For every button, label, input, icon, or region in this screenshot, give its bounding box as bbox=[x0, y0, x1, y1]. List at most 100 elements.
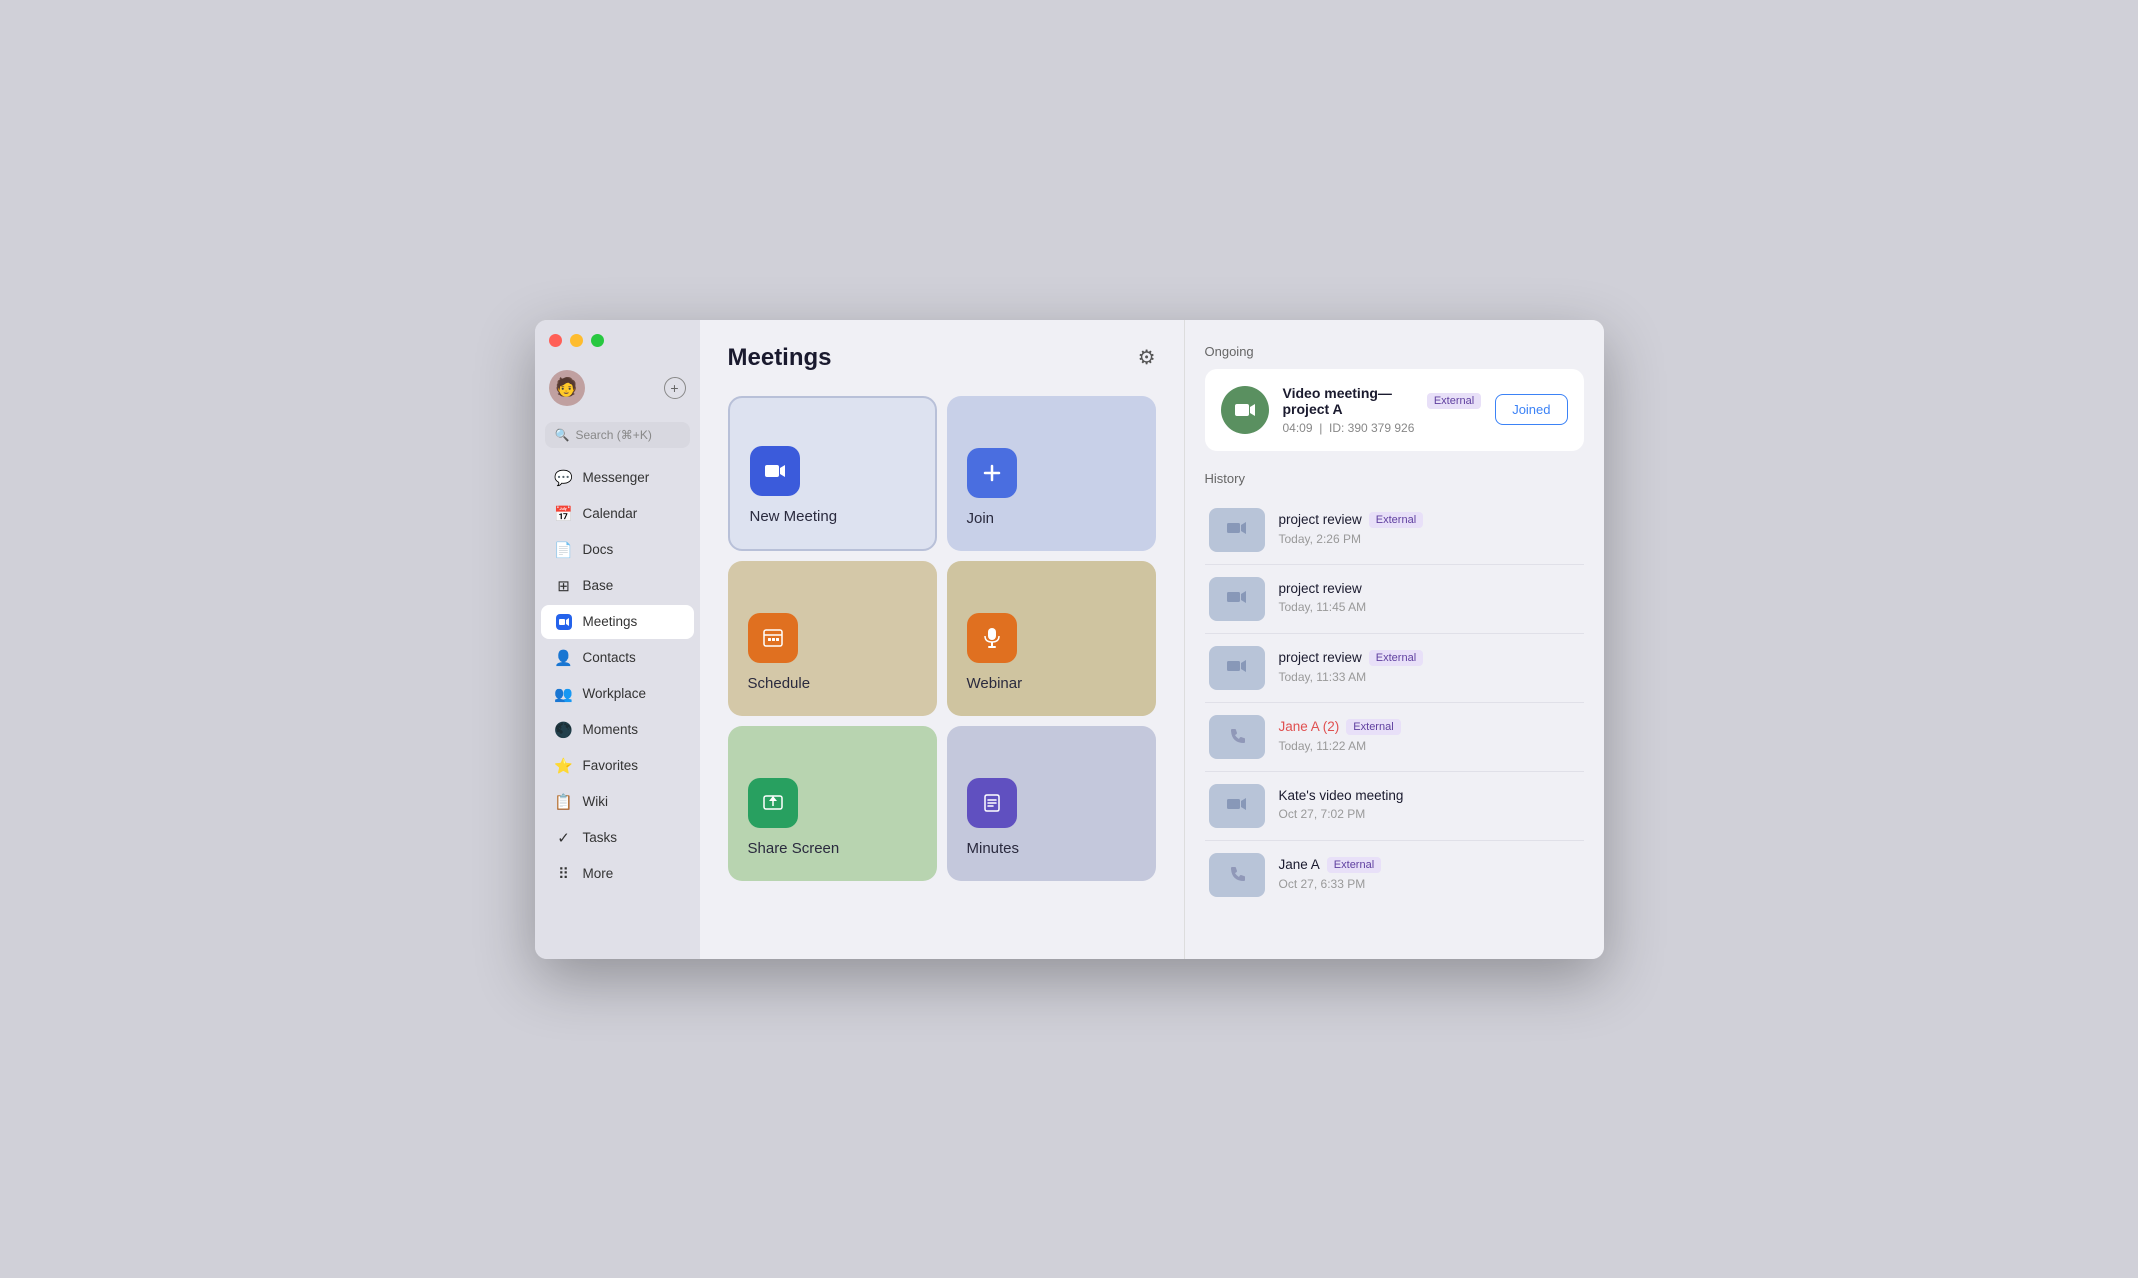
sidebar-header: 🧑 + bbox=[535, 370, 700, 406]
joined-button[interactable]: Joined bbox=[1495, 394, 1567, 425]
history-item[interactable]: project review External Today, 11:33 AM bbox=[1205, 634, 1584, 703]
page-title: Meetings bbox=[728, 344, 832, 372]
close-button[interactable] bbox=[549, 334, 562, 347]
history-list: project review External Today, 2:26 PM bbox=[1205, 496, 1584, 909]
share-screen-card[interactable]: Share Screen bbox=[728, 726, 937, 881]
sidebar-item-wiki[interactable]: 📋 Wiki bbox=[541, 785, 694, 819]
sidebar-item-contacts[interactable]: 👤 Contacts bbox=[541, 641, 694, 675]
sidebar-item-tasks[interactable]: ✓ Tasks bbox=[541, 821, 694, 855]
history-thumb bbox=[1209, 853, 1265, 897]
history-external-badge: External bbox=[1346, 719, 1400, 735]
main-panel: Meetings ⚙ New Meeting bbox=[700, 320, 1184, 959]
sidebar-item-base[interactable]: ⊞ Base bbox=[541, 569, 694, 603]
history-item-name: project review bbox=[1279, 650, 1362, 665]
sidebar-item-label: More bbox=[583, 866, 614, 881]
sidebar-item-meetings[interactable]: Meetings bbox=[541, 605, 694, 639]
sidebar-item-moments[interactable]: 🌑 Moments bbox=[541, 713, 694, 747]
ongoing-meta: 04:09 | ID: 390 379 926 bbox=[1283, 421, 1482, 435]
sidebar-item-favorites[interactable]: ⭐ Favorites bbox=[541, 749, 694, 783]
sidebar-item-messenger[interactable]: 💬 Messenger bbox=[541, 461, 694, 495]
add-button[interactable]: + bbox=[664, 377, 686, 399]
contacts-icon: 👤 bbox=[555, 649, 573, 667]
history-thumb bbox=[1209, 784, 1265, 828]
sidebar-item-more[interactable]: ⠿ More bbox=[541, 857, 694, 891]
history-item[interactable]: project review External Today, 2:26 PM bbox=[1205, 496, 1584, 565]
join-label: Join bbox=[967, 510, 995, 527]
history-info: Kate's video meeting Oct 27, 7:02 PM bbox=[1279, 788, 1580, 823]
history-item-time: Today, 2:26 PM bbox=[1279, 532, 1362, 546]
sidebar-item-label: Favorites bbox=[583, 758, 639, 773]
history-item-time: Today, 11:22 AM bbox=[1279, 739, 1367, 753]
docs-icon: 📄 bbox=[555, 541, 573, 559]
sidebar-item-docs[interactable]: 📄 Docs bbox=[541, 533, 694, 567]
search-bar[interactable]: 🔍 Search (⌘+K) bbox=[545, 422, 690, 448]
history-item-time: Today, 11:45 AM bbox=[1279, 600, 1367, 614]
history-item-name: project review bbox=[1279, 581, 1362, 596]
sidebar: 🧑 + 🔍 Search (⌘+K) 💬 Messenger 📅 Calenda… bbox=[535, 320, 700, 959]
new-meeting-card[interactable]: New Meeting bbox=[728, 396, 937, 551]
maximize-button[interactable] bbox=[591, 334, 604, 347]
minutes-icon bbox=[967, 778, 1017, 828]
meetings-header: Meetings ⚙ bbox=[728, 344, 1156, 372]
new-meeting-icon bbox=[750, 446, 800, 496]
history-item[interactable]: Kate's video meeting Oct 27, 7:02 PM bbox=[1205, 772, 1584, 841]
settings-icon[interactable]: ⚙ bbox=[1138, 345, 1156, 370]
history-external-badge: External bbox=[1327, 857, 1381, 873]
history-item-name: Kate's video meeting bbox=[1279, 788, 1404, 803]
history-info: Jane A External Oct 27, 6:33 PM bbox=[1279, 857, 1580, 893]
sidebar-item-label: Wiki bbox=[583, 794, 609, 809]
minimize-button[interactable] bbox=[570, 334, 583, 347]
schedule-card[interactable]: Schedule bbox=[728, 561, 937, 716]
wiki-icon: 📋 bbox=[555, 793, 573, 811]
minutes-card[interactable]: Minutes bbox=[947, 726, 1156, 881]
ongoing-section-title: Ongoing bbox=[1205, 344, 1584, 359]
history-item[interactable]: Jane A (2) External Today, 11:22 AM bbox=[1205, 703, 1584, 772]
favorites-icon: ⭐ bbox=[555, 757, 573, 775]
new-meeting-label: New Meeting bbox=[750, 508, 838, 525]
history-info: project review External Today, 11:33 AM bbox=[1279, 650, 1580, 686]
workplace-icon: 👥 bbox=[555, 685, 573, 703]
search-icon: 🔍 bbox=[555, 428, 570, 442]
share-screen-icon bbox=[748, 778, 798, 828]
calendar-icon: 📅 bbox=[555, 505, 573, 523]
ongoing-meeting-card[interactable]: Video meeting—project A External 04:09 |… bbox=[1205, 369, 1584, 451]
join-card[interactable]: Join bbox=[947, 396, 1156, 551]
history-external-badge: External bbox=[1369, 650, 1423, 666]
history-item[interactable]: project review Today, 11:45 AM bbox=[1205, 565, 1584, 634]
sidebar-item-label: Docs bbox=[583, 542, 614, 557]
history-thumb bbox=[1209, 577, 1265, 621]
share-screen-label: Share Screen bbox=[748, 840, 840, 857]
history-thumb bbox=[1209, 508, 1265, 552]
ongoing-avatar bbox=[1221, 386, 1269, 434]
join-icon bbox=[967, 448, 1017, 498]
minutes-label: Minutes bbox=[967, 840, 1020, 857]
history-item-time: Today, 11:33 AM bbox=[1279, 670, 1367, 684]
moments-icon: 🌑 bbox=[555, 721, 573, 739]
history-item-name: project review bbox=[1279, 512, 1362, 527]
history-item[interactable]: Jane A External Oct 27, 6:33 PM bbox=[1205, 841, 1584, 909]
history-info: Jane A (2) External Today, 11:22 AM bbox=[1279, 719, 1580, 755]
meetings-icon bbox=[555, 613, 573, 631]
sidebar-item-calendar[interactable]: 📅 Calendar bbox=[541, 497, 694, 531]
ongoing-time: 04:09 bbox=[1283, 421, 1313, 435]
ongoing-info: Video meeting—project A External 04:09 |… bbox=[1283, 385, 1482, 435]
history-thumb bbox=[1209, 646, 1265, 690]
sidebar-item-label: Tasks bbox=[583, 830, 618, 845]
sidebar-item-workplace[interactable]: 👥 Workplace bbox=[541, 677, 694, 711]
history-thumb bbox=[1209, 715, 1265, 759]
history-info: project review Today, 11:45 AM bbox=[1279, 581, 1580, 616]
sidebar-item-label: Workplace bbox=[583, 686, 647, 701]
history-item-name: Jane A (2) bbox=[1279, 719, 1340, 734]
schedule-icon bbox=[748, 613, 798, 663]
avatar: 🧑 bbox=[549, 370, 585, 406]
webinar-card[interactable]: Webinar bbox=[947, 561, 1156, 716]
sidebar-item-label: Meetings bbox=[583, 614, 638, 629]
history-section-title: History bbox=[1205, 471, 1584, 486]
right-panel: Ongoing Video meeting—project A External… bbox=[1184, 320, 1604, 959]
sidebar-item-label: Moments bbox=[583, 722, 639, 737]
sidebar-item-label: Calendar bbox=[583, 506, 638, 521]
external-badge: External bbox=[1427, 393, 1481, 409]
history-item-name: Jane A bbox=[1279, 857, 1320, 872]
history-item-time: Oct 27, 6:33 PM bbox=[1279, 877, 1366, 891]
history-external-badge: External bbox=[1369, 512, 1423, 528]
